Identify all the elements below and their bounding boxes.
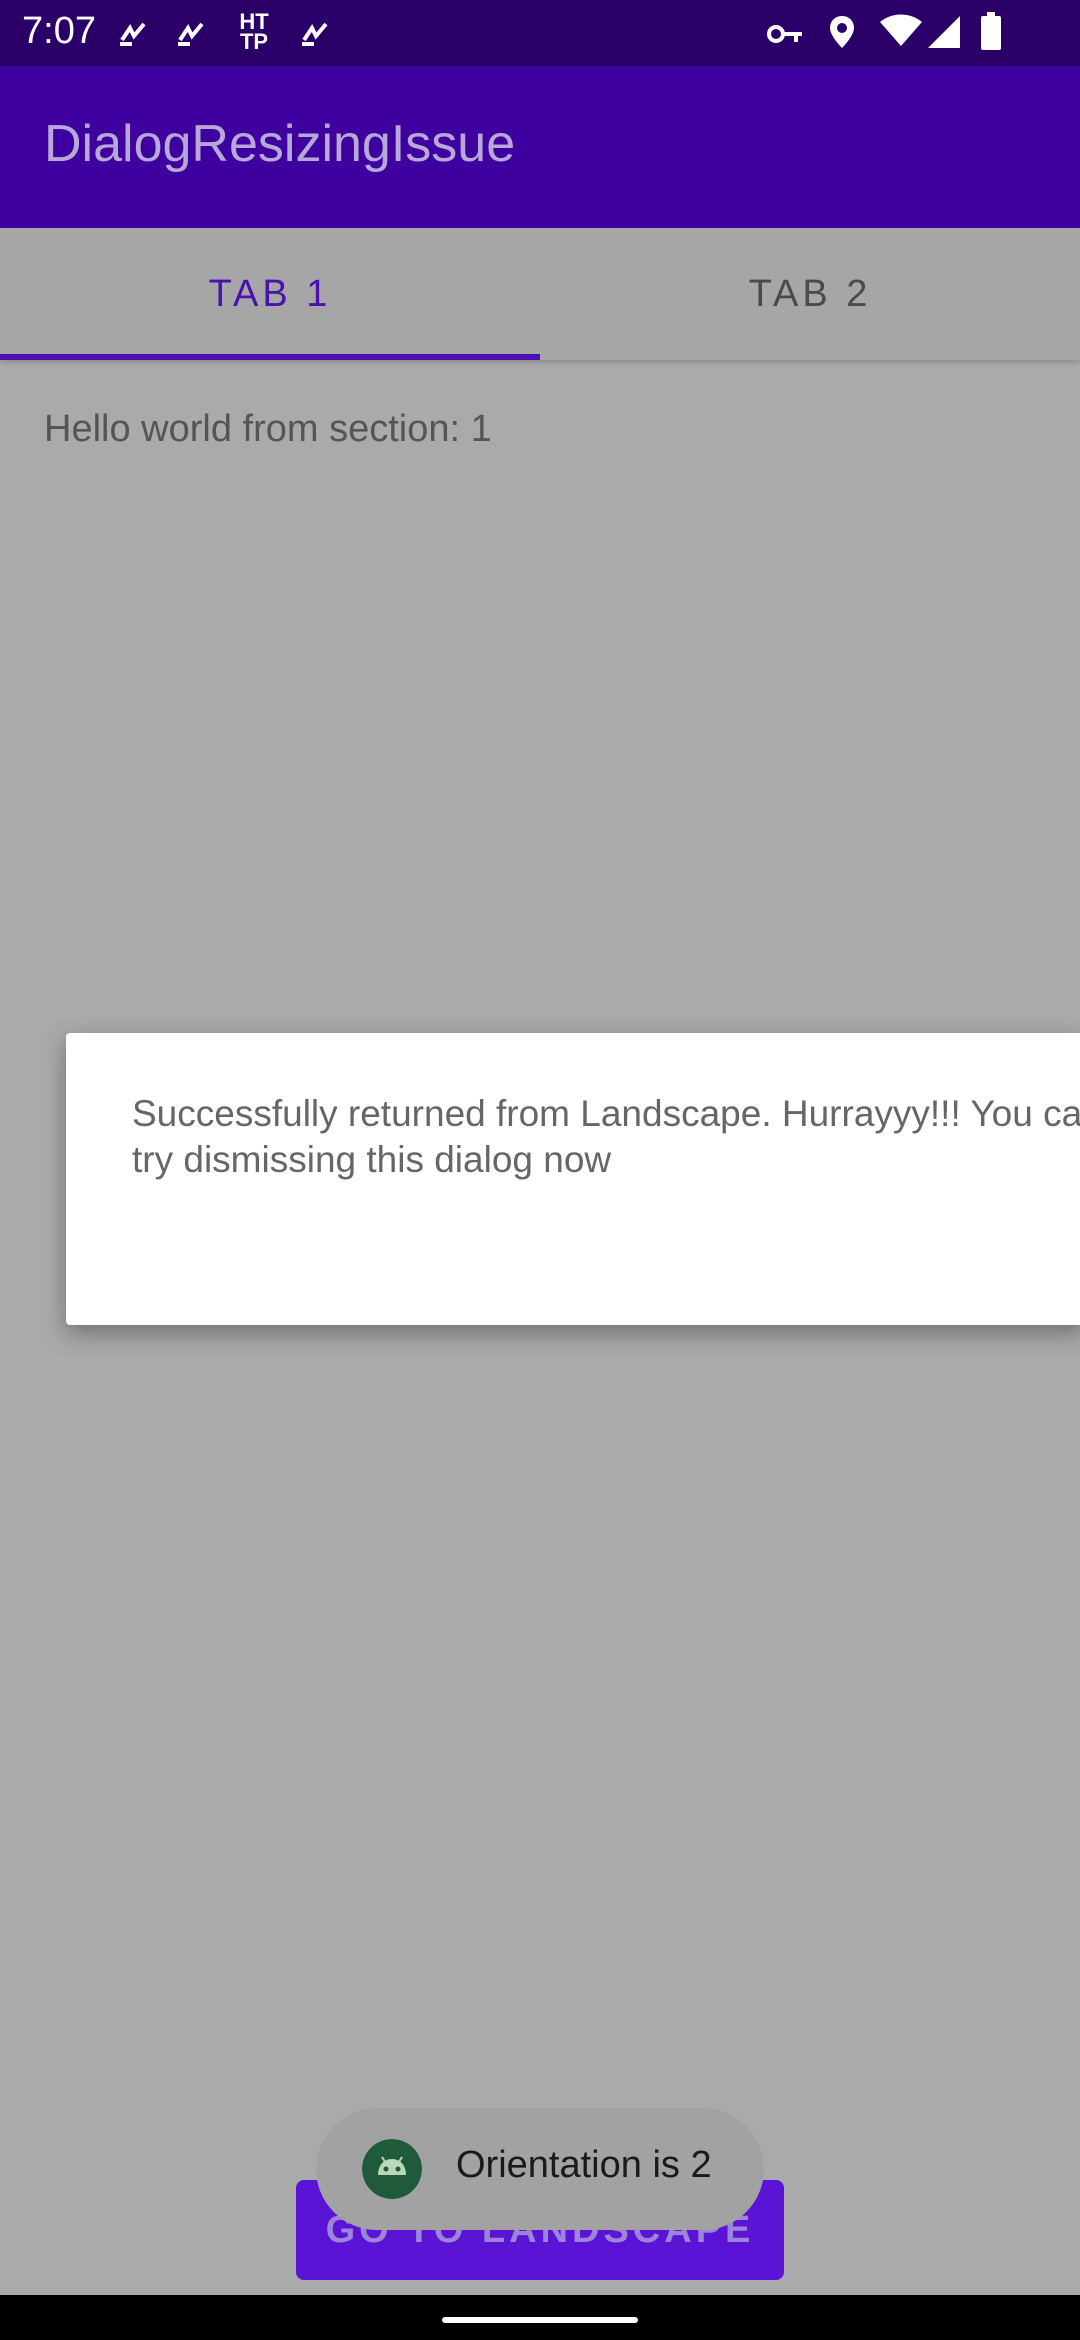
activity-icon xyxy=(178,22,204,46)
location-icon xyxy=(830,16,854,48)
tab-2[interactable]: TAB 2 xyxy=(540,228,1080,360)
tab-bar: TAB 1 TAB 2 xyxy=(0,228,1080,360)
navigation-bar xyxy=(0,2295,1080,2340)
vpn-key-icon xyxy=(767,25,802,43)
dialog[interactable]: Successfully returned from Landscape. Hu… xyxy=(66,1033,1080,1325)
android-icon xyxy=(362,2139,422,2199)
app-bar: DialogResizingIssue xyxy=(0,66,1080,228)
home-handle[interactable] xyxy=(442,2317,638,2323)
tab-1[interactable]: TAB 1 xyxy=(0,228,540,360)
signal-icon xyxy=(928,16,960,48)
http-icon: HT TP xyxy=(239,9,269,54)
status-bar: 7:07 HT TP xyxy=(0,0,1080,66)
battery-icon xyxy=(981,12,1001,50)
tab-indicator xyxy=(0,354,540,360)
activity-icon xyxy=(120,22,146,46)
status-time: 7:07 xyxy=(22,10,96,52)
activity-icon xyxy=(302,22,328,46)
toast: Orientation is 2 xyxy=(316,2108,764,2230)
toast-text: Orientation is 2 xyxy=(456,2144,712,2186)
wifi-icon xyxy=(880,14,922,46)
dialog-message: Successfully returned from Landscape. Hu… xyxy=(132,1093,1080,1180)
app-title: DialogResizingIssue xyxy=(44,115,516,173)
section-text: Hello world from section: 1 xyxy=(44,408,492,450)
